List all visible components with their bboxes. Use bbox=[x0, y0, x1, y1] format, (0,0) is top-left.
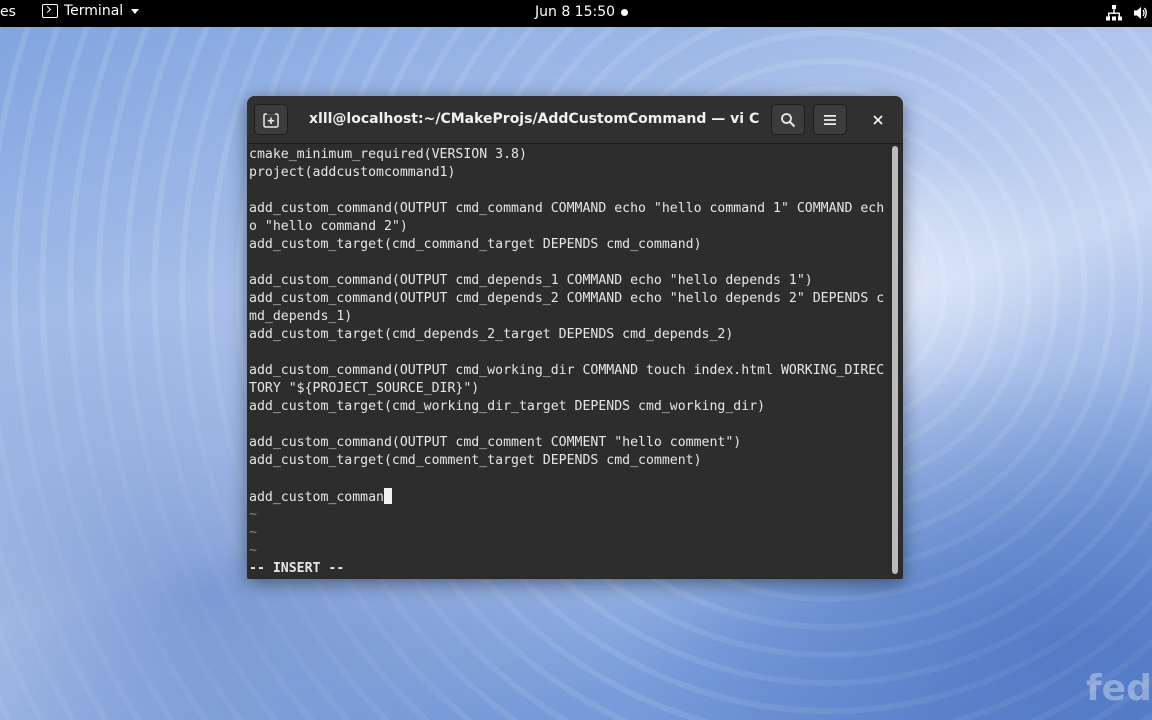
app-menu-label: Terminal bbox=[64, 3, 124, 19]
vi-mode-status: -- INSERT -- bbox=[249, 561, 345, 576]
text-line: o "hello command 2") bbox=[249, 219, 408, 234]
terminal-window: xlll@localhost:~/CMakeProjs/AddCustomCom… bbox=[247, 96, 903, 579]
menu-button[interactable] bbox=[813, 104, 847, 135]
scrollbar[interactable] bbox=[892, 146, 898, 574]
new-tab-button[interactable] bbox=[254, 104, 288, 135]
search-button[interactable] bbox=[771, 104, 805, 135]
search-icon bbox=[781, 112, 796, 127]
empty-line-marker: ~ bbox=[249, 525, 257, 540]
clock[interactable]: Jun 8 15:50 bbox=[535, 4, 629, 20]
volume-icon[interactable] bbox=[1134, 6, 1148, 20]
new-tab-icon bbox=[263, 112, 279, 128]
network-icon[interactable] bbox=[1106, 5, 1122, 21]
text-line: cmake_minimum_required(VERSION 3.8) bbox=[249, 147, 527, 162]
text-line: project(addcustomcommand1) bbox=[249, 165, 456, 180]
terminal-app-icon bbox=[42, 4, 58, 18]
text-line: TORY "${PROJECT_SOURCE_DIR}") bbox=[249, 381, 480, 396]
text-line: add_custom_command(OUTPUT cmd_depends_1 … bbox=[249, 273, 813, 288]
text-line: add_custom_target(cmd_command_target DEP… bbox=[249, 237, 702, 252]
clock-label: Jun 8 15:50 bbox=[535, 4, 616, 20]
text-line: add_custom_command(OUTPUT cmd_comment CO… bbox=[249, 435, 742, 450]
text-cursor bbox=[383, 488, 392, 504]
caret-down-icon bbox=[131, 8, 140, 14]
terminal-area[interactable]: cmake_minimum_required(VERSION 3.8) proj… bbox=[249, 144, 889, 577]
empty-line-marker: ~ bbox=[249, 507, 257, 522]
text-line: add_custom_command(OUTPUT cmd_command CO… bbox=[249, 201, 885, 216]
activities-button[interactable]: es bbox=[0, 4, 16, 20]
hamburger-menu-icon bbox=[824, 114, 836, 125]
empty-line-marker: ~ bbox=[249, 543, 257, 558]
text-line: md_depends_1) bbox=[249, 309, 353, 324]
current-line-text: add_custom_comman bbox=[249, 490, 384, 505]
top-bar: es Terminal Jun 8 15:50 bbox=[0, 0, 1152, 27]
text-line: add_custom_command(OUTPUT cmd_depends_2 … bbox=[249, 291, 885, 306]
system-tray[interactable] bbox=[1106, 5, 1148, 21]
text-line: add_custom_command(OUTPUT cmd_working_di… bbox=[249, 363, 885, 378]
text-line: add_custom_target(cmd_working_dir_target… bbox=[249, 399, 766, 414]
text-line: add_custom_target(cmd_depends_2_target D… bbox=[249, 327, 734, 342]
notification-dot-icon bbox=[621, 8, 629, 16]
app-menu[interactable]: Terminal bbox=[42, 3, 140, 19]
header-bar: xlll@localhost:~/CMakeProjs/AddCustomCom… bbox=[247, 96, 903, 144]
window-title: xlll@localhost:~/CMakeProjs/AddCustomCom… bbox=[309, 111, 759, 127]
text-line: add_custom_target(cmd_comment_target DEP… bbox=[249, 453, 702, 468]
close-icon bbox=[873, 114, 883, 125]
current-line: add_custom_comman bbox=[249, 488, 392, 506]
fedora-watermark: fedo bbox=[1086, 668, 1152, 709]
close-button[interactable] bbox=[861, 104, 895, 135]
